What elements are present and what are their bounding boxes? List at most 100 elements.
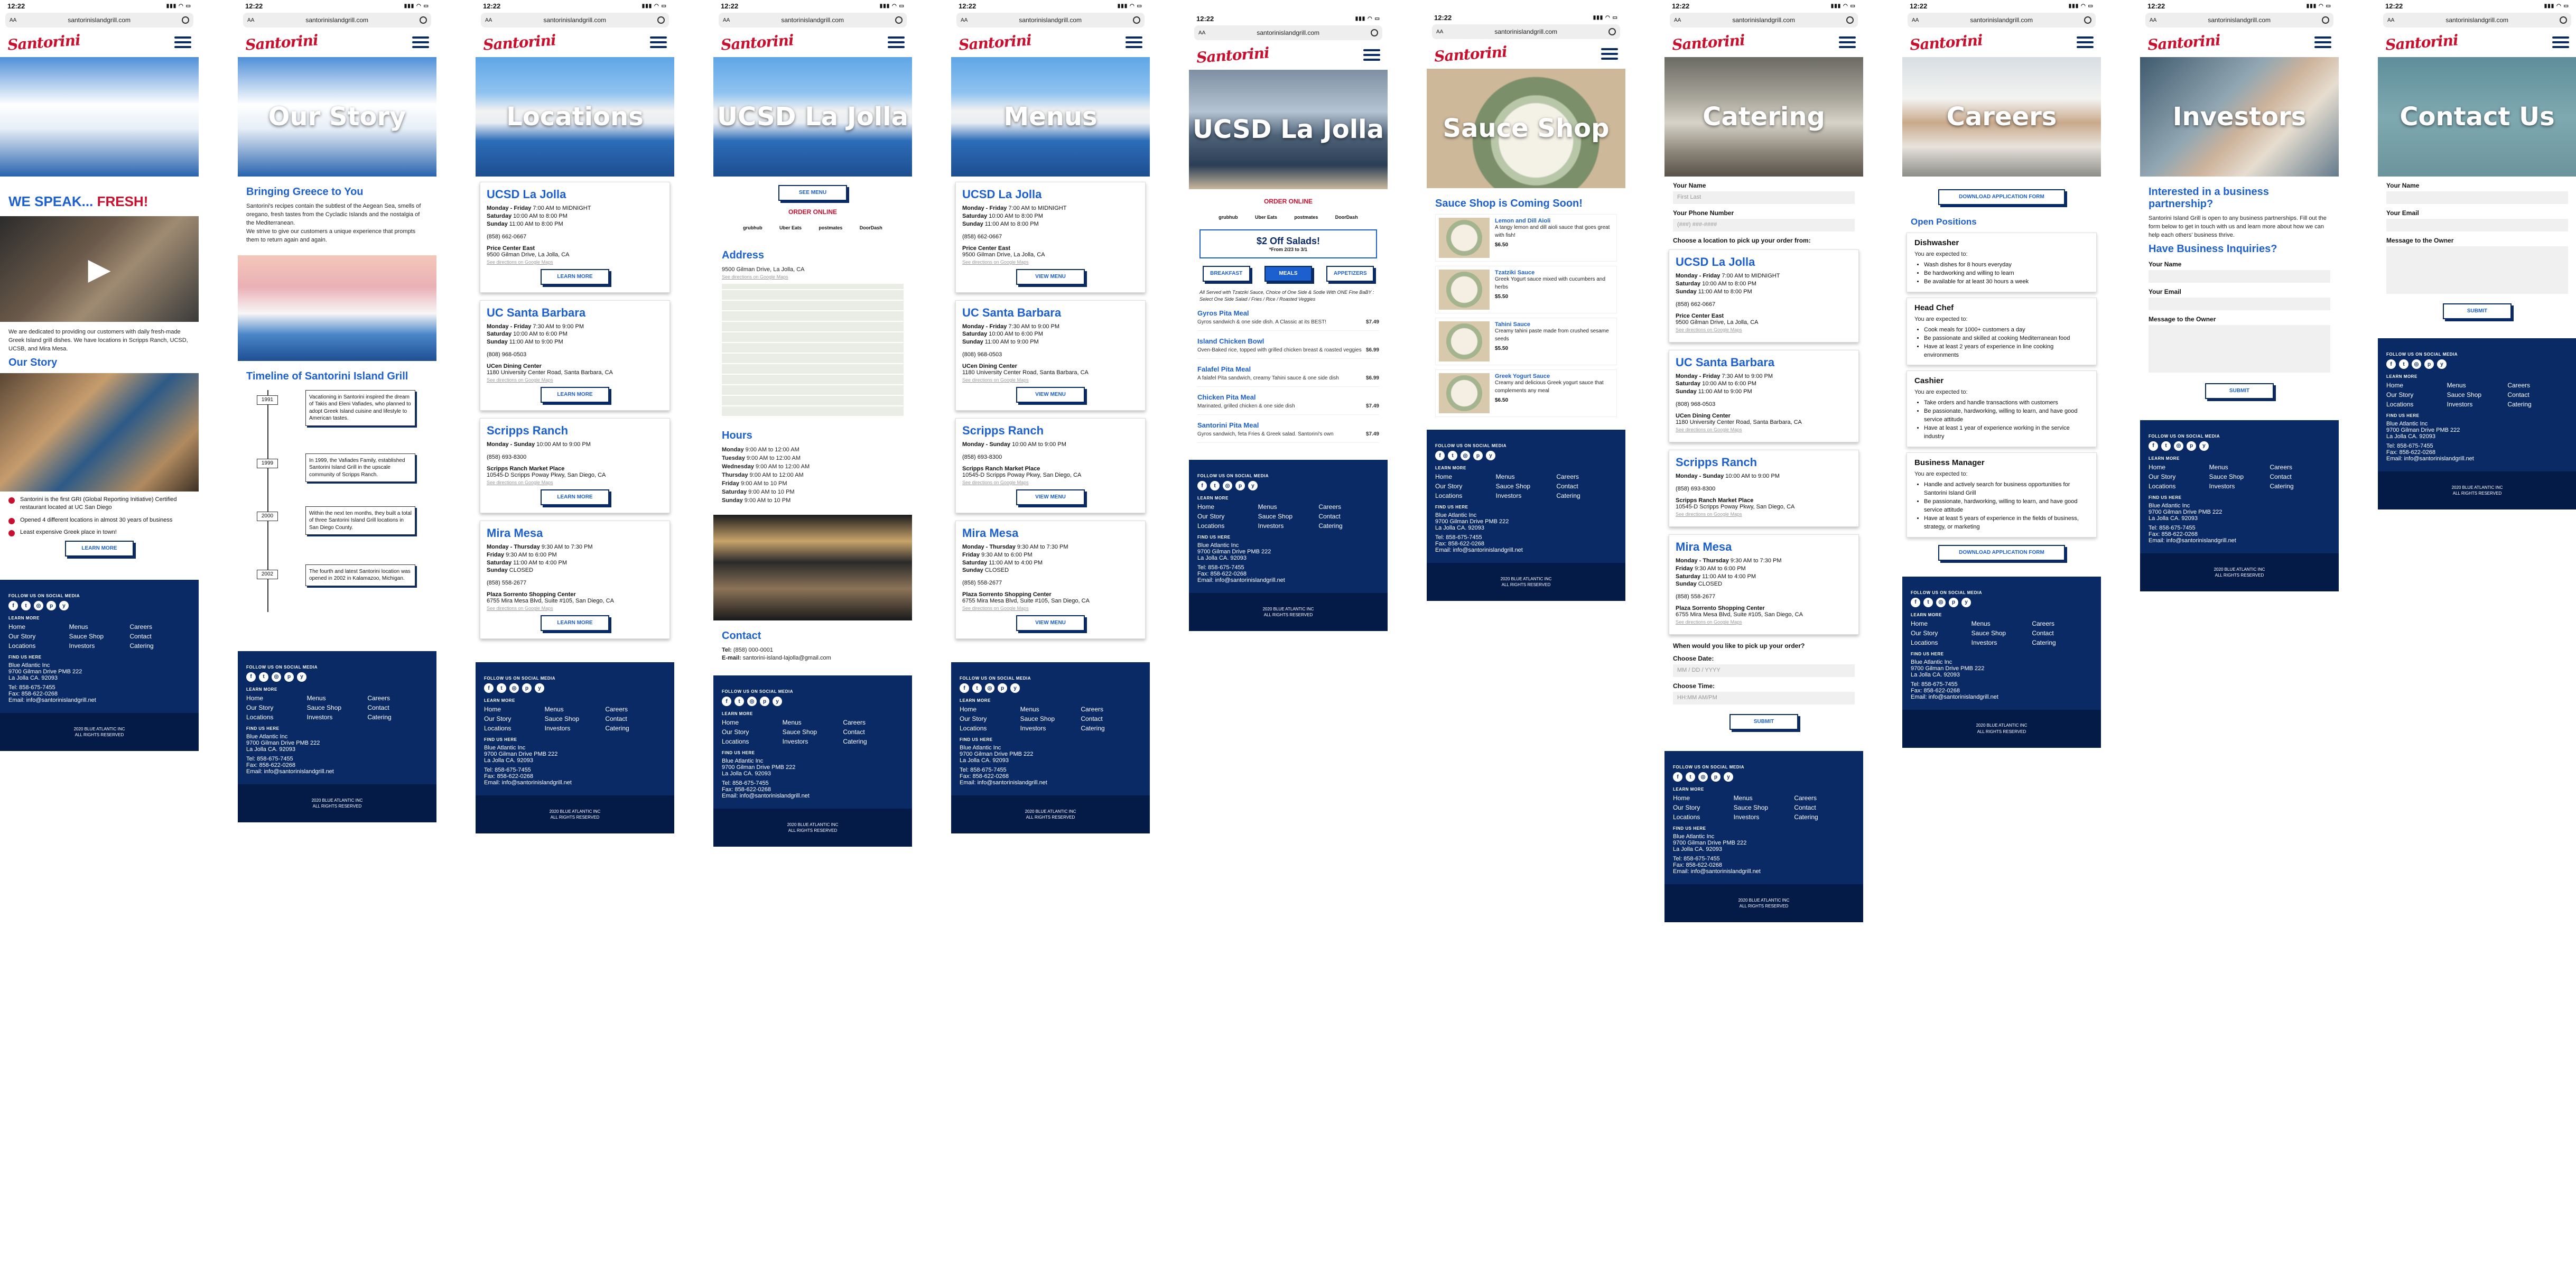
directions-link[interactable]: See directions on Google Maps bbox=[487, 259, 663, 265]
pinterest-icon[interactable]: p bbox=[2424, 359, 2434, 369]
location-phone[interactable]: (858) 662-0667 bbox=[487, 234, 663, 240]
logo[interactable]: Santorini bbox=[1671, 31, 1745, 54]
footer-link[interactable]: Locations bbox=[484, 725, 545, 732]
facebook-icon[interactable]: f bbox=[2386, 359, 2396, 369]
footer-link[interactable]: Menus bbox=[545, 706, 606, 713]
footer-link[interactable]: Catering bbox=[1794, 813, 1855, 821]
location-phone[interactable]: (858) 693-8300 bbox=[1676, 486, 1852, 492]
delivery-service-link[interactable]: DoorDash bbox=[1332, 212, 1361, 222]
hamburger-menu-icon[interactable] bbox=[2077, 36, 2094, 48]
footer-link[interactable]: Sauce Shop bbox=[2209, 473, 2270, 480]
facebook-icon[interactable]: f bbox=[8, 601, 18, 611]
twitter-icon[interactable]: t bbox=[259, 672, 268, 682]
text-size-button[interactable]: AA bbox=[485, 17, 492, 23]
pinterest-icon[interactable]: p bbox=[1235, 481, 1245, 491]
pinterest-icon[interactable]: p bbox=[1711, 772, 1721, 782]
footer-link[interactable]: Sauce Shop bbox=[69, 633, 130, 640]
instagram-icon[interactable]: ◎ bbox=[2412, 359, 2421, 369]
menu-item[interactable]: Gyros Pita Meal Gyros sandwich & one side… bbox=[1197, 309, 1379, 331]
address-bar[interactable]: AA santorinislandgrill.com bbox=[956, 13, 1145, 27]
footer-link[interactable]: Careers bbox=[1794, 794, 1855, 802]
menu-item[interactable]: Santorini Pita Meal Gyros sandwich, feta … bbox=[1197, 421, 1379, 443]
reload-icon[interactable] bbox=[1133, 16, 1140, 24]
hamburger-menu-icon[interactable] bbox=[650, 36, 667, 48]
footer-link[interactable]: Catering bbox=[1318, 522, 1379, 530]
footer-link[interactable]: Locations bbox=[246, 713, 307, 721]
footer-link[interactable]: Menus bbox=[1734, 794, 1794, 802]
footer-link[interactable]: Menus bbox=[1258, 503, 1319, 511]
location-button[interactable]: VIEW MENU bbox=[1016, 268, 1085, 285]
yelp-icon[interactable]: y bbox=[1961, 597, 1971, 607]
footer-link[interactable]: Home bbox=[722, 719, 783, 726]
instagram-icon[interactable]: ◎ bbox=[1936, 597, 1946, 607]
footer-link[interactable]: Sauce Shop bbox=[307, 704, 368, 711]
footer-link[interactable]: Menus bbox=[2209, 463, 2270, 471]
logo[interactable]: Santorini bbox=[7, 31, 81, 54]
logo[interactable]: Santorini bbox=[1434, 43, 1508, 66]
menu-tab[interactable]: APPETIZERS bbox=[1326, 266, 1374, 282]
footer-link[interactable]: Sauce Shop bbox=[1020, 715, 1081, 722]
hamburger-menu-icon[interactable] bbox=[174, 36, 191, 48]
sauce-item[interactable]: Lemon and Dill Aioli A tangy lemon and di… bbox=[1435, 214, 1617, 262]
footer-link[interactable]: Sauce Shop bbox=[2447, 391, 2508, 398]
address-bar[interactable]: AA santorinislandgrill.com bbox=[481, 13, 669, 27]
location-button[interactable]: LEARN MORE bbox=[541, 489, 609, 505]
instagram-icon[interactable]: ◎ bbox=[1461, 451, 1470, 460]
directions-link[interactable]: See directions on Google Maps bbox=[1676, 619, 1852, 625]
time-input[interactable]: HH:MM AM/PM bbox=[1673, 692, 1855, 705]
footer-link[interactable]: Locations bbox=[1673, 813, 1734, 821]
location-phone[interactable]: (808) 968-0503 bbox=[962, 351, 1139, 358]
location-phone[interactable]: (808) 968-0503 bbox=[487, 351, 663, 358]
footer-link[interactable]: Home bbox=[2149, 463, 2209, 471]
directions-link[interactable]: See directions on Google Maps bbox=[722, 274, 904, 280]
footer-link[interactable]: Investors bbox=[1496, 492, 1557, 499]
reload-icon[interactable] bbox=[1371, 29, 1378, 36]
facebook-icon[interactable]: f bbox=[2149, 441, 2158, 451]
yelp-icon[interactable]: y bbox=[773, 697, 782, 707]
footer-link[interactable]: Menus bbox=[69, 623, 130, 631]
hamburger-menu-icon[interactable] bbox=[1601, 48, 1618, 60]
facebook-icon[interactable]: f bbox=[1435, 451, 1445, 460]
delivery-service-link[interactable]: postmates bbox=[815, 223, 845, 233]
footer-link[interactable]: Catering bbox=[843, 738, 904, 745]
instagram-icon[interactable]: ◎ bbox=[2174, 441, 2183, 451]
footer-link[interactable]: Sauce Shop bbox=[1258, 513, 1319, 520]
logo[interactable]: Santorini bbox=[1196, 44, 1270, 67]
address-bar[interactable]: AA santorinislandgrill.com bbox=[1908, 13, 2096, 27]
footer-link[interactable]: Home bbox=[960, 706, 1020, 713]
text-size-button[interactable]: AA bbox=[10, 17, 16, 23]
footer-link[interactable]: Locations bbox=[1197, 522, 1258, 530]
learn-more-button[interactable]: LEARN MORE bbox=[65, 541, 134, 557]
hamburger-menu-icon[interactable] bbox=[1126, 36, 1142, 48]
yelp-icon[interactable]: y bbox=[1248, 481, 1258, 491]
logo[interactable]: Santorini bbox=[720, 31, 794, 54]
directions-link[interactable]: See directions on Google Maps bbox=[962, 259, 1139, 265]
name-input[interactable] bbox=[2386, 191, 2568, 204]
text-size-button[interactable]: AA bbox=[1198, 30, 1205, 36]
directions-link[interactable]: See directions on Google Maps bbox=[962, 480, 1139, 485]
reload-icon[interactable] bbox=[895, 16, 903, 24]
address-bar[interactable]: AA santorinislandgrill.com bbox=[1432, 24, 1620, 39]
footer-link[interactable]: Careers bbox=[605, 706, 666, 713]
footer-link[interactable]: Catering bbox=[1081, 725, 1141, 732]
footer-link[interactable]: Our Story bbox=[484, 715, 545, 722]
twitter-icon[interactable]: t bbox=[972, 683, 982, 693]
name-input[interactable]: First Last bbox=[1673, 191, 1855, 204]
footer-link[interactable]: Contact bbox=[367, 704, 428, 711]
menu-item[interactable]: Falafel Pita Meal A falafel Pita sandwich… bbox=[1197, 365, 1379, 387]
footer-link[interactable]: Investors bbox=[1258, 522, 1319, 530]
footer-link[interactable]: Our Story bbox=[246, 704, 307, 711]
footer-link[interactable]: Careers bbox=[2507, 382, 2568, 389]
facebook-icon[interactable]: f bbox=[722, 697, 731, 707]
reload-icon[interactable] bbox=[1846, 16, 1854, 24]
location-button[interactable]: LEARN MORE bbox=[541, 615, 609, 632]
facebook-icon[interactable]: f bbox=[484, 683, 494, 693]
reload-icon[interactable] bbox=[1608, 28, 1616, 35]
footer-link[interactable]: Locations bbox=[1911, 639, 1971, 646]
footer-link[interactable]: Our Story bbox=[8, 633, 69, 640]
directions-link[interactable]: See directions on Google Maps bbox=[962, 377, 1139, 383]
reload-icon[interactable] bbox=[420, 16, 427, 24]
text-size-button[interactable]: AA bbox=[1436, 29, 1443, 35]
footer-link[interactable]: Sauce Shop bbox=[783, 728, 843, 736]
footer-link[interactable]: Catering bbox=[1556, 492, 1617, 499]
